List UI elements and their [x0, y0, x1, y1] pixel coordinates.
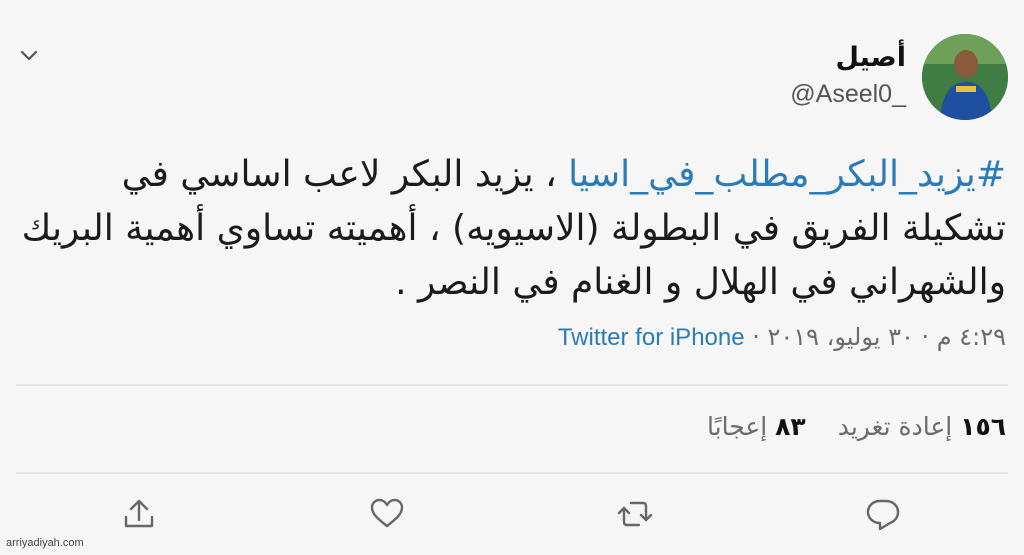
- tweet-stats: ١٥٦ إعادة تغريد ٨٣ إعجابًا: [707, 412, 1006, 441]
- heart-icon: [370, 498, 404, 528]
- avatar[interactable]: [922, 34, 1008, 120]
- share-button[interactable]: [118, 493, 160, 535]
- retweet-button[interactable]: [614, 493, 656, 535]
- tweet-source-link[interactable]: Twitter for iPhone: [558, 324, 745, 351]
- divider: [16, 384, 1008, 386]
- author-name[interactable]: أصيل: [836, 42, 906, 73]
- reply-icon: [866, 499, 900, 531]
- retweets-count: ١٥٦: [960, 412, 1006, 441]
- retweet-icon: [617, 501, 653, 527]
- reply-button[interactable]: [862, 493, 904, 535]
- likes-label: إعجابًا: [707, 412, 768, 441]
- likes-stat[interactable]: ٨٣ إعجابًا: [707, 412, 806, 441]
- share-icon: [124, 499, 154, 528]
- tweet-text: #يزيد_البكر_مطلب_في_اسيا ، يزيد البكر لا…: [16, 148, 1006, 310]
- author-handle[interactable]: @Aseel0_: [790, 80, 906, 109]
- tweet-meta: ٤:٢٩ م · ٣٠ يوليو، ٢٠١٩ · Twitter for iP…: [558, 323, 1006, 352]
- retweets-stat[interactable]: ١٥٦ إعادة تغريد: [838, 412, 1006, 441]
- watermark: arriyadiyah.com: [6, 537, 84, 549]
- tweet-menu-chevron-down-icon[interactable]: [14, 40, 44, 70]
- like-button[interactable]: [366, 493, 408, 535]
- tweet-card: أصيل @Aseel0_ #يزيد_البكر_مطلب_في_اسيا ،…: [0, 0, 1024, 555]
- likes-count: ٨٣: [775, 412, 806, 441]
- hashtag-link[interactable]: #يزيد_البكر_مطلب_في_اسيا: [568, 154, 1006, 195]
- tweet-timestamp[interactable]: ٤:٢٩ م · ٣٠ يوليو، ٢٠١٩ ·: [745, 323, 1006, 351]
- retweets-label: إعادة تغريد: [837, 412, 953, 441]
- divider: [16, 472, 1008, 474]
